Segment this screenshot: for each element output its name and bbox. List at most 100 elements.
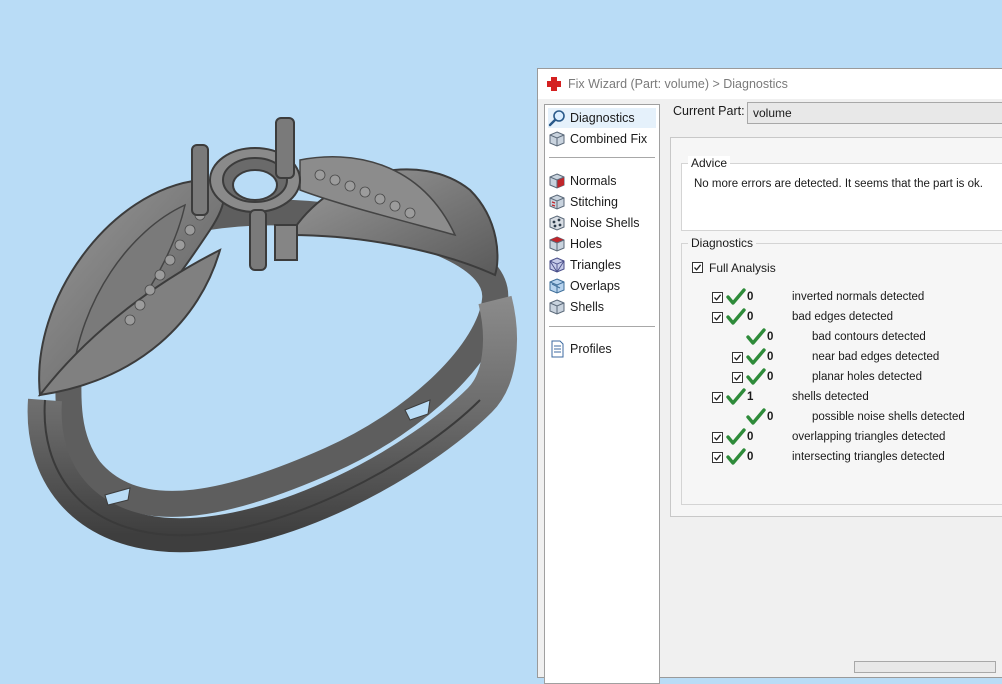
- current-part-label: Current Part:: [673, 104, 745, 118]
- green-check-icon: [746, 328, 766, 345]
- checkmark-icon: [734, 354, 742, 361]
- diagnostics-title: Diagnostics: [688, 236, 757, 250]
- diagnostic-count: 1: [747, 391, 754, 403]
- diagnostic-row: 0 planar holes detected: [682, 368, 1002, 387]
- diagnostic-count: 0: [767, 371, 774, 383]
- nav-item-normals[interactable]: Normals: [548, 171, 656, 191]
- red-cross-icon: [547, 77, 561, 91]
- nav-item-holes[interactable]: Holes: [548, 234, 656, 254]
- nav-item-label: Triangles: [570, 258, 621, 272]
- holes-cube-icon: [549, 236, 565, 252]
- checkmark-icon: [714, 434, 722, 441]
- shells-cube-icon: [549, 299, 565, 315]
- diagnostic-count: 0: [767, 351, 774, 363]
- checkmark-icon: [714, 294, 722, 301]
- 3d-viewport[interactable]: [0, 0, 540, 667]
- checkmark-icon: [694, 264, 702, 271]
- green-check-icon: [746, 368, 766, 385]
- document-icon: [551, 340, 564, 358]
- diagnostic-label: intersecting triangles detected: [792, 451, 945, 463]
- advice-group: Advice No more errors are detected. It s…: [681, 156, 1002, 231]
- diagnostic-row: 1 shells detected: [682, 388, 1002, 407]
- diagnostic-checkbox[interactable]: [712, 432, 723, 443]
- nav-item-label: Diagnostics: [570, 111, 635, 125]
- nav-divider: [549, 326, 655, 327]
- current-part-field[interactable]: volume: [747, 102, 1002, 124]
- ring-model: [27, 117, 517, 553]
- diagnostic-label: near bad edges detected: [812, 351, 940, 363]
- diagnostic-label: bad edges detected: [792, 311, 894, 323]
- diagnostic-row: 0 possible noise shells detected: [682, 408, 1002, 427]
- green-check-icon: [746, 408, 766, 425]
- diagnostic-label: inverted normals detected: [792, 291, 925, 303]
- fix-wizard-dialog: Fix Wizard (Part: volume) > Diagnostics …: [537, 68, 1002, 684]
- full-analysis-label: Full Analysis: [709, 261, 776, 275]
- diagnostic-count: 0: [767, 331, 774, 343]
- diagnostic-row: 0 overlapping triangles detected: [682, 428, 1002, 447]
- nav-item-diagnostics[interactable]: Diagnostics: [548, 108, 656, 128]
- checkmark-icon: [714, 454, 722, 461]
- wizard-nav: Diagnostics Combined Fix Normals Stitchi…: [544, 104, 660, 684]
- green-check-icon: [726, 308, 746, 325]
- nav-item-label: Holes: [570, 237, 602, 251]
- nav-item-noise-shells[interactable]: Noise Shells: [548, 213, 656, 233]
- magnifier-icon: [548, 110, 565, 127]
- diagnostic-count: 0: [747, 291, 754, 303]
- diagnostic-row: 0 bad edges detected: [682, 308, 1002, 327]
- nav-item-label: Noise Shells: [570, 216, 640, 230]
- nav-item-label: Stitching: [570, 195, 618, 209]
- green-check-icon: [726, 428, 746, 445]
- diagnostic-checkbox[interactable]: [712, 312, 723, 323]
- checkmark-icon: [714, 394, 722, 401]
- green-check-icon: [726, 288, 746, 305]
- dialog-title: Fix Wizard (Part: volume) > Diagnostics: [568, 77, 788, 91]
- diagnostic-label: bad contours detected: [812, 331, 926, 343]
- diagnostic-label: possible noise shells detected: [812, 411, 965, 423]
- nav-item-label: Profiles: [570, 342, 612, 356]
- triangles-cube-icon: [549, 257, 565, 273]
- checkmark-icon: [734, 374, 742, 381]
- nav-divider: [549, 157, 655, 158]
- checkmark-icon: [714, 314, 722, 321]
- diagnostic-label: overlapping triangles detected: [792, 431, 946, 443]
- diagnostic-count: 0: [747, 311, 754, 323]
- nav-item-triangles[interactable]: Triangles: [548, 255, 656, 275]
- diagnostic-checkbox[interactable]: [712, 452, 723, 463]
- noise-shells-icon: [549, 215, 565, 231]
- diagnostic-label: shells detected: [792, 391, 869, 403]
- nav-item-label: Overlaps: [570, 279, 621, 293]
- advice-text: No more errors are detected. It seems th…: [694, 178, 983, 190]
- nav-item-stitching[interactable]: Stitching: [548, 192, 656, 212]
- nav-item-combined-fix[interactable]: Combined Fix: [548, 129, 656, 149]
- diagnostic-row: 0 inverted normals detected: [682, 288, 1002, 307]
- diagnostic-checkbox[interactable]: [732, 372, 743, 383]
- diagnostics-page: Current Part: volume Advice No more erro…: [668, 99, 1002, 677]
- nav-item-label: Shells: [570, 300, 605, 314]
- normals-cube-icon: [549, 173, 565, 189]
- next-button[interactable]: [854, 661, 996, 673]
- diagnostic-row: 0 bad contours detected: [682, 328, 1002, 347]
- diagnostic-checkbox[interactable]: [712, 292, 723, 303]
- diagnostic-label: planar holes detected: [812, 371, 922, 383]
- green-check-icon: [726, 448, 746, 465]
- diagnostic-row: 0 intersecting triangles detected: [682, 448, 1002, 467]
- overlaps-cube-icon: [549, 278, 565, 294]
- diagnostic-checkbox[interactable]: [712, 392, 723, 403]
- full-analysis-checkbox[interactable]: [692, 262, 703, 273]
- nav-item-shells[interactable]: Shells: [548, 297, 656, 317]
- diagnostics-group: Diagnostics Full Analysis 0 inverted norm…: [681, 236, 1002, 505]
- diagnostic-count: 0: [747, 431, 754, 443]
- diagnostic-checkbox[interactable]: [732, 352, 743, 363]
- cube-icon: [549, 131, 565, 147]
- nav-item-label: Combined Fix: [570, 132, 648, 146]
- advice-title: Advice: [688, 156, 731, 170]
- nav-item-profiles[interactable]: Profiles: [548, 339, 656, 359]
- diagnostic-row: 0 near bad edges detected: [682, 348, 1002, 367]
- diagnostic-count: 0: [747, 451, 754, 463]
- nav-item-overlaps[interactable]: Overlaps: [548, 276, 656, 296]
- nav-item-label: Normals: [570, 174, 617, 188]
- green-check-icon: [726, 388, 746, 405]
- green-check-icon: [746, 348, 766, 365]
- stitching-cube-icon: [549, 194, 565, 210]
- title-bar[interactable]: Fix Wizard (Part: volume) > Diagnostics: [538, 69, 1002, 99]
